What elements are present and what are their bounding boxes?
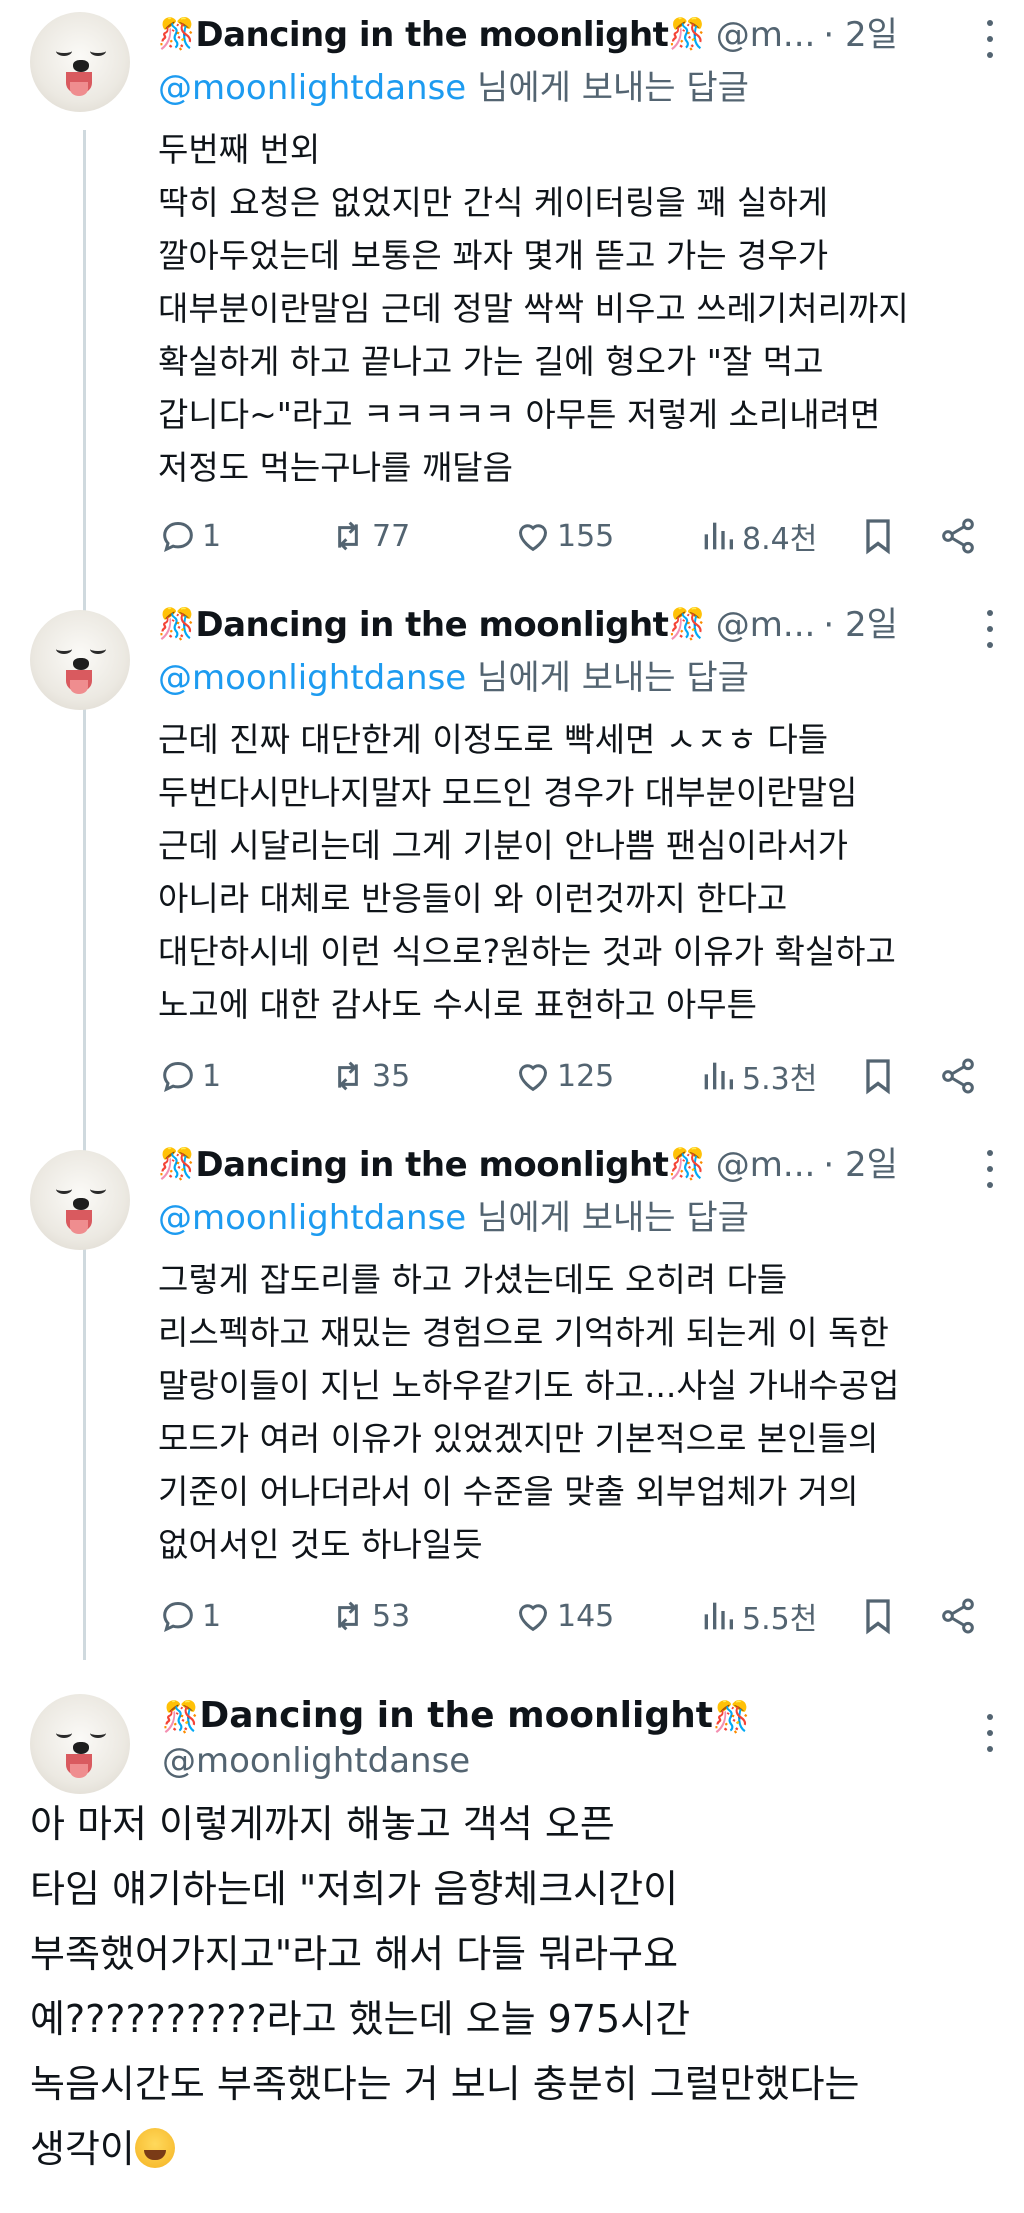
- timestamp[interactable]: · 2일: [823, 604, 898, 646]
- reply-icon: [163, 1061, 193, 1093]
- tweet-text: 아 마저 이렇게까지 해놓고 객석 오픈 타임 얘기하는데 "저희가 음향체크시…: [30, 1802, 860, 2171]
- share-button[interactable]: [938, 1054, 978, 1098]
- heart-icon: [518, 1064, 548, 1092]
- handle[interactable]: @moonlightdanse: [162, 1740, 470, 1782]
- like-count: 125: [557, 1058, 615, 1094]
- share-button[interactable]: [938, 514, 978, 558]
- avatar[interactable]: [30, 12, 130, 112]
- heart-icon: [518, 524, 548, 552]
- reply-button[interactable]: 1: [158, 514, 221, 558]
- display-name-row[interactable]: 🎊Dancing in the moonlight🎊: [162, 1694, 750, 1740]
- reply-button[interactable]: 1: [158, 1054, 221, 1098]
- joy-emoji-icon: [134, 2128, 175, 2168]
- party-popper-icon: 🎊: [668, 1147, 706, 1182]
- avatar[interactable]: [30, 610, 130, 710]
- more-options-icon[interactable]: [986, 610, 994, 648]
- view-count: 8.4천: [742, 522, 818, 557]
- tweet-header: 🎊 Dancing in the moonlight 🎊 @m... · 2일: [158, 1144, 898, 1186]
- replying-to: @moonlightdanse 님에게 보내는 답글: [158, 66, 749, 110]
- tweet-text-wrapper: 아 마저 이렇게까지 해놓고 객석 오픈 타임 얘기하는데 "저희가 음향체크시…: [30, 1792, 1000, 2182]
- reply-count: 1: [202, 1058, 222, 1094]
- bookmark-button[interactable]: [858, 1054, 898, 1098]
- replying-to: @moonlightdanse 님에게 보내는 답글: [158, 656, 749, 700]
- view-count: 5.5천: [742, 1602, 818, 1637]
- reply-count: 1: [202, 1598, 222, 1634]
- repost-icon: [338, 1061, 358, 1091]
- tweet-actions: 1 35 125 5.3천: [158, 1054, 998, 1098]
- view-count: 5.3천: [742, 1062, 818, 1097]
- like-count: 145: [557, 1598, 615, 1634]
- reply-mention-link[interactable]: @moonlightdanse: [158, 68, 466, 108]
- tweet-header: 🎊 Dancing in the moonlight 🎊 @m... · 2일: [158, 14, 898, 56]
- reply-button[interactable]: 1: [158, 1594, 221, 1638]
- tweet-header: 🎊 Dancing in the moonlight 🎊 @m... · 2일: [158, 604, 898, 646]
- display-name[interactable]: Dancing in the moonlight: [195, 14, 669, 56]
- bookmark-button[interactable]: [858, 514, 898, 558]
- repost-count: 77: [372, 518, 411, 554]
- reply-suffix: 님에게 보내는 답글: [466, 68, 749, 108]
- timestamp[interactable]: · 2일: [823, 14, 898, 56]
- party-popper-icon: 🎊: [162, 1700, 200, 1735]
- analytics-icon: [704, 1062, 733, 1090]
- reply-suffix: 님에게 보내는 답글: [466, 658, 749, 698]
- display-name[interactable]: Dancing in the moonlight: [195, 1144, 669, 1186]
- reply-icon: [163, 521, 193, 553]
- party-popper-icon: 🎊: [712, 1700, 751, 1735]
- party-popper-icon: 🎊: [158, 1147, 196, 1182]
- tweet-text: 두번째 번외 딱히 요청은 없었지만 간식 케이터링을 꽤 실하게 깔아두었는데…: [158, 130, 909, 487]
- repost-count: 53: [372, 1598, 411, 1634]
- bookmark-icon: [866, 1599, 890, 1635]
- share-icon: [942, 518, 974, 554]
- reply-mention-link[interactable]: @moonlightdanse: [158, 658, 466, 698]
- bookmark-icon: [866, 1059, 890, 1095]
- reply-suffix: 님에게 보내는 답글: [466, 1198, 749, 1238]
- like-count: 155: [557, 518, 615, 554]
- share-icon: [942, 1058, 974, 1094]
- handle[interactable]: @m...: [716, 1144, 816, 1186]
- bookmark-button[interactable]: [858, 1594, 898, 1638]
- avatar[interactable]: [30, 1150, 130, 1250]
- tweet-text: 근데 진짜 대단한게 이정도로 빡세면 ㅅㅈㅎ 다들 두번다시만나지말자 모드인…: [158, 720, 896, 1024]
- replying-to: @moonlightdanse 님에게 보내는 답글: [158, 1196, 749, 1240]
- party-popper-icon: 🎊: [158, 17, 196, 52]
- timestamp[interactable]: · 2일: [823, 1144, 898, 1186]
- tweet-actions: 1 53 145 5.5천: [158, 1594, 998, 1638]
- handle[interactable]: @m...: [716, 604, 816, 646]
- like-button[interactable]: 145: [513, 1594, 614, 1638]
- repost-button[interactable]: 53: [328, 1594, 410, 1638]
- analytics-icon: [704, 522, 733, 550]
- thread-connector-line: [83, 130, 86, 1660]
- like-button[interactable]: 125: [513, 1054, 614, 1098]
- repost-count: 35: [372, 1058, 411, 1094]
- display-name[interactable]: Dancing in the moonlight: [195, 604, 669, 646]
- views-button[interactable]: 5.5천: [698, 1594, 817, 1638]
- party-popper-icon: 🎊: [668, 607, 706, 642]
- party-popper-icon: 🎊: [158, 607, 196, 642]
- handle[interactable]: @m...: [716, 14, 816, 56]
- more-options-icon[interactable]: [986, 1714, 994, 1752]
- views-button[interactable]: 5.3천: [698, 1054, 817, 1098]
- heart-icon: [518, 1604, 548, 1632]
- share-button[interactable]: [938, 1594, 978, 1638]
- repost-button[interactable]: 77: [328, 514, 410, 558]
- tweet-actions: 1 77 155 8.4천: [158, 514, 998, 558]
- repost-icon: [338, 521, 358, 551]
- repost-icon: [338, 1601, 358, 1631]
- reply-icon: [163, 1601, 193, 1633]
- like-button[interactable]: 155: [513, 514, 614, 558]
- repost-button[interactable]: 35: [328, 1054, 410, 1098]
- analytics-icon: [704, 1602, 733, 1630]
- share-icon: [942, 1598, 974, 1634]
- party-popper-icon: 🎊: [668, 17, 706, 52]
- display-name[interactable]: Dancing in the moonlight: [199, 1695, 713, 1736]
- more-options-icon[interactable]: [986, 1150, 994, 1188]
- reply-count: 1: [202, 518, 222, 554]
- more-options-icon[interactable]: [986, 20, 994, 58]
- avatar[interactable]: [30, 1694, 130, 1794]
- bookmark-icon: [866, 519, 890, 555]
- views-button[interactable]: 8.4천: [698, 514, 817, 558]
- tweet-text: 그렇게 잡도리를 하고 가셨는데도 오히려 다들 리스펙하고 재밌는 경험으로 …: [158, 1260, 900, 1564]
- reply-mention-link[interactable]: @moonlightdanse: [158, 1198, 466, 1238]
